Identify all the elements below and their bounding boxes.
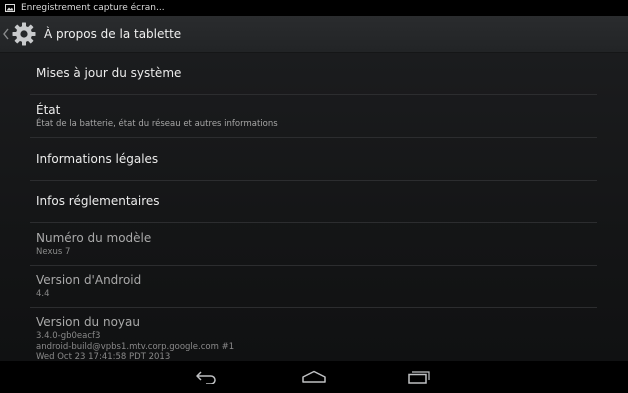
recent-apps-icon[interactable] (401, 367, 437, 387)
home-icon[interactable] (296, 367, 332, 387)
pref-summary: Nexus 7 (36, 246, 71, 257)
action-bar: À propos de la tablette (0, 16, 628, 53)
status-bar: Enregistrement capture écran... (0, 0, 628, 16)
pref-status[interactable]: État État de la batterie, état du réseau… (30, 95, 597, 138)
pref-summary-line: android-build@vpbs1.mtv.corp.google.com … (36, 341, 235, 352)
chevron-left-icon[interactable] (2, 27, 10, 41)
pref-legal-info[interactable]: Informations légales (30, 138, 597, 181)
pref-regulatory-info[interactable]: Infos réglementaires (30, 181, 597, 223)
image-icon (5, 4, 15, 12)
page-title: À propos de la tablette (44, 27, 182, 41)
settings-list-container: Mises à jour du système État État de la … (0, 53, 628, 361)
pref-title: Mises à jour du système (36, 66, 182, 80)
pref-kernel-version: Version du noyau 3.4.0-gb0eacf3 android-… (30, 308, 597, 361)
pref-summary: 4.4 (36, 289, 50, 300)
settings-list: Mises à jour du système État État de la … (30, 53, 597, 361)
pref-title: Version d'Android (36, 273, 142, 288)
pref-title: Version du noyau (36, 315, 140, 329)
pref-title: État (36, 102, 61, 117)
gear-icon[interactable] (10, 20, 38, 48)
pref-system-updates[interactable]: Mises à jour du système (30, 53, 597, 95)
navigation-bar (0, 361, 628, 393)
pref-summary-line: Wed Oct 23 17:41:58 PDT 2013 (36, 352, 171, 361)
pref-summary: État de la batterie, état du réseau et a… (36, 118, 278, 129)
notification-text: Enregistrement capture écran... (21, 3, 165, 13)
pref-android-version[interactable]: Version d'Android 4.4 (30, 266, 597, 308)
pref-title: Infos réglementaires (36, 194, 160, 208)
pref-title: Numéro du modèle (36, 230, 152, 245)
back-icon[interactable] (189, 367, 225, 387)
pref-summary-line: 3.4.0-gb0eacf3 (36, 331, 101, 341)
pref-model-number: Numéro du modèle Nexus 7 (30, 223, 597, 266)
pref-title: Informations légales (36, 151, 159, 166)
